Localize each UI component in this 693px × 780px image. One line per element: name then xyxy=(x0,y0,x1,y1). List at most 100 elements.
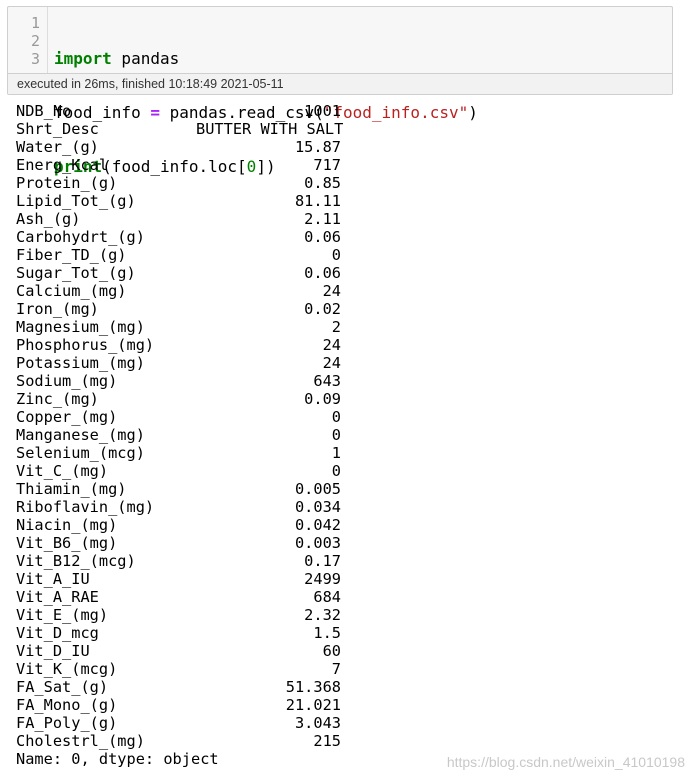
output-value: 0.06 xyxy=(304,264,341,282)
code-editor[interactable]: 1 2 3 import pandas food_info = pandas.r… xyxy=(8,7,672,176)
line-number: 2 xyxy=(30,32,40,50)
output-row: Vit_D_IU 60 xyxy=(16,642,341,660)
output-value: 2499 xyxy=(304,570,341,588)
output-footer: Name: 0, dtype: object xyxy=(16,750,219,768)
output-key: Riboflavin_(mg) xyxy=(16,498,155,516)
output-key: Vit_E_(mg) xyxy=(16,606,109,624)
output-row: Vit_A_RAE 684 xyxy=(16,588,341,606)
output-row: Fiber_TD_(g) 0 xyxy=(16,246,341,264)
output-value: 0.17 xyxy=(304,552,341,570)
output-value: 24 xyxy=(322,282,341,300)
output-value: 60 xyxy=(322,642,341,660)
output-row: Riboflavin_(mg) 0.034 xyxy=(16,498,341,516)
output-key: Iron_(mg) xyxy=(16,300,99,318)
output-key: Shrt_Desc xyxy=(16,120,99,138)
output-value: 3.043 xyxy=(294,714,341,732)
output-value: 0.005 xyxy=(294,480,341,498)
output-key: Manganese_(mg) xyxy=(16,426,145,444)
output-row: Manganese_(mg) 0 xyxy=(16,426,341,444)
output-value: 643 xyxy=(313,372,341,390)
line-number: 3 xyxy=(30,50,40,68)
output-row: Energ_Kcal 717 xyxy=(16,156,341,174)
output-key: Vit_A_IU xyxy=(16,570,90,588)
output-key: Sugar_Tot_(g) xyxy=(16,264,136,282)
output-value: 21.021 xyxy=(285,696,341,714)
output-row: FA_Poly_(g) 3.043 xyxy=(16,714,341,732)
output-key: Phosphorus_(mg) xyxy=(16,336,155,354)
output-value: 0 xyxy=(331,462,341,480)
output-key: Vit_B6_(mg) xyxy=(16,534,118,552)
output-key: Thiamin_(mg) xyxy=(16,480,127,498)
output-row: Vit_B6_(mg) 0.003 xyxy=(16,534,341,552)
output-key: Vit_D_IU xyxy=(16,642,90,660)
output-row: FA_Mono_(g) 21.021 xyxy=(16,696,341,714)
output-value: 1.5 xyxy=(313,624,341,642)
output-row: Vit_D_mcg 1.5 xyxy=(16,624,341,642)
output-row: Vit_B12_(mcg) 0.17 xyxy=(16,552,341,570)
output-key: Energ_Kcal xyxy=(16,156,109,174)
output-key: FA_Mono_(g) xyxy=(16,696,118,714)
output-value: 0.85 xyxy=(304,174,341,192)
output-key: Copper_(mg) xyxy=(16,408,118,426)
output-row: Ash_(g) 2.11 xyxy=(16,210,341,228)
output-value: 1001 xyxy=(304,102,341,120)
output-value: 51.368 xyxy=(285,678,341,696)
keyword-token: import xyxy=(54,49,112,68)
output-key: Selenium_(mcg) xyxy=(16,444,145,462)
line-number-gutter: 1 2 3 xyxy=(8,7,48,73)
output-row: Sugar_Tot_(g) 0.06 xyxy=(16,264,341,282)
output-key: Sodium_(mg) xyxy=(16,372,118,390)
output-key: Fiber_TD_(g) xyxy=(16,246,127,264)
line-number: 1 xyxy=(30,14,40,32)
output-key: Vit_A_RAE xyxy=(16,588,99,606)
output-row: Vit_C_(mg) 0 xyxy=(16,462,341,480)
cell-output: NDB_No 1001 Shrt_Desc BUTTER WITH SALT Water… xyxy=(16,102,344,768)
output-key: Vit_C_(mg) xyxy=(16,462,109,480)
output-row: Phosphorus_(mg) 24 xyxy=(16,336,341,354)
output-value: 0.034 xyxy=(294,498,341,516)
output-key: Water_(g) xyxy=(16,138,99,156)
output-key: Lipid_Tot_(g) xyxy=(16,192,136,210)
output-row: Lipid_Tot_(g) 81.11 xyxy=(16,192,341,210)
code-cell[interactable]: 1 2 3 import pandas food_info = pandas.r… xyxy=(7,6,673,176)
output-value: 0.003 xyxy=(294,534,341,552)
output-key: Zinc_(mg) xyxy=(16,390,99,408)
output-key: Protein_(g) xyxy=(16,174,118,192)
output-key: Potassium_(mg) xyxy=(16,354,145,372)
output-value: 0 xyxy=(331,426,341,444)
output-value: 24 xyxy=(322,336,341,354)
output-key: NDB_No xyxy=(16,102,72,120)
code-token: pandas xyxy=(111,49,180,68)
output-row: Carbohydrt_(g) 0.06 xyxy=(16,228,341,246)
output-row: Shrt_Desc BUTTER WITH SALT xyxy=(16,120,344,138)
output-value: 0.042 xyxy=(294,516,341,534)
output-value: 81.11 xyxy=(294,192,341,210)
output-row: Niacin_(mg) 0.042 xyxy=(16,516,341,534)
output-value: 2.32 xyxy=(304,606,341,624)
output-row: Sodium_(mg) 643 xyxy=(16,372,341,390)
output-row: Copper_(mg) 0 xyxy=(16,408,341,426)
output-value: 0.06 xyxy=(304,228,341,246)
output-row: Vit_E_(mg) 2.32 xyxy=(16,606,341,624)
output-value: BUTTER WITH SALT xyxy=(196,120,344,138)
output-value: 0 xyxy=(331,408,341,426)
output-row: NDB_No 1001 xyxy=(16,102,341,120)
output-value: 215 xyxy=(313,732,341,750)
output-value: 1 xyxy=(331,444,341,462)
output-row: Iron_(mg) 0.02 xyxy=(16,300,341,318)
output-row: Magnesium_(mg) 2 xyxy=(16,318,341,336)
watermark: https://blog.csdn.net/weixin_41010198 xyxy=(446,754,685,770)
output-key: Calcium_(mg) xyxy=(16,282,127,300)
output-row: Water_(g) 15.87 xyxy=(16,138,341,156)
output-row: Thiamin_(mg) 0.005 xyxy=(16,480,341,498)
output-row: Protein_(g) 0.85 xyxy=(16,174,341,192)
output-value: 0 xyxy=(331,246,341,264)
output-row: Vit_A_IU 2499 xyxy=(16,570,341,588)
output-row: Potassium_(mg) 24 xyxy=(16,354,341,372)
output-row: Calcium_(mg) 24 xyxy=(16,282,341,300)
output-value: 2.11 xyxy=(304,210,341,228)
output-key: FA_Sat_(g) xyxy=(16,678,109,696)
output-value: 24 xyxy=(322,354,341,372)
output-key: Carbohydrt_(g) xyxy=(16,228,145,246)
output-value: 684 xyxy=(313,588,341,606)
